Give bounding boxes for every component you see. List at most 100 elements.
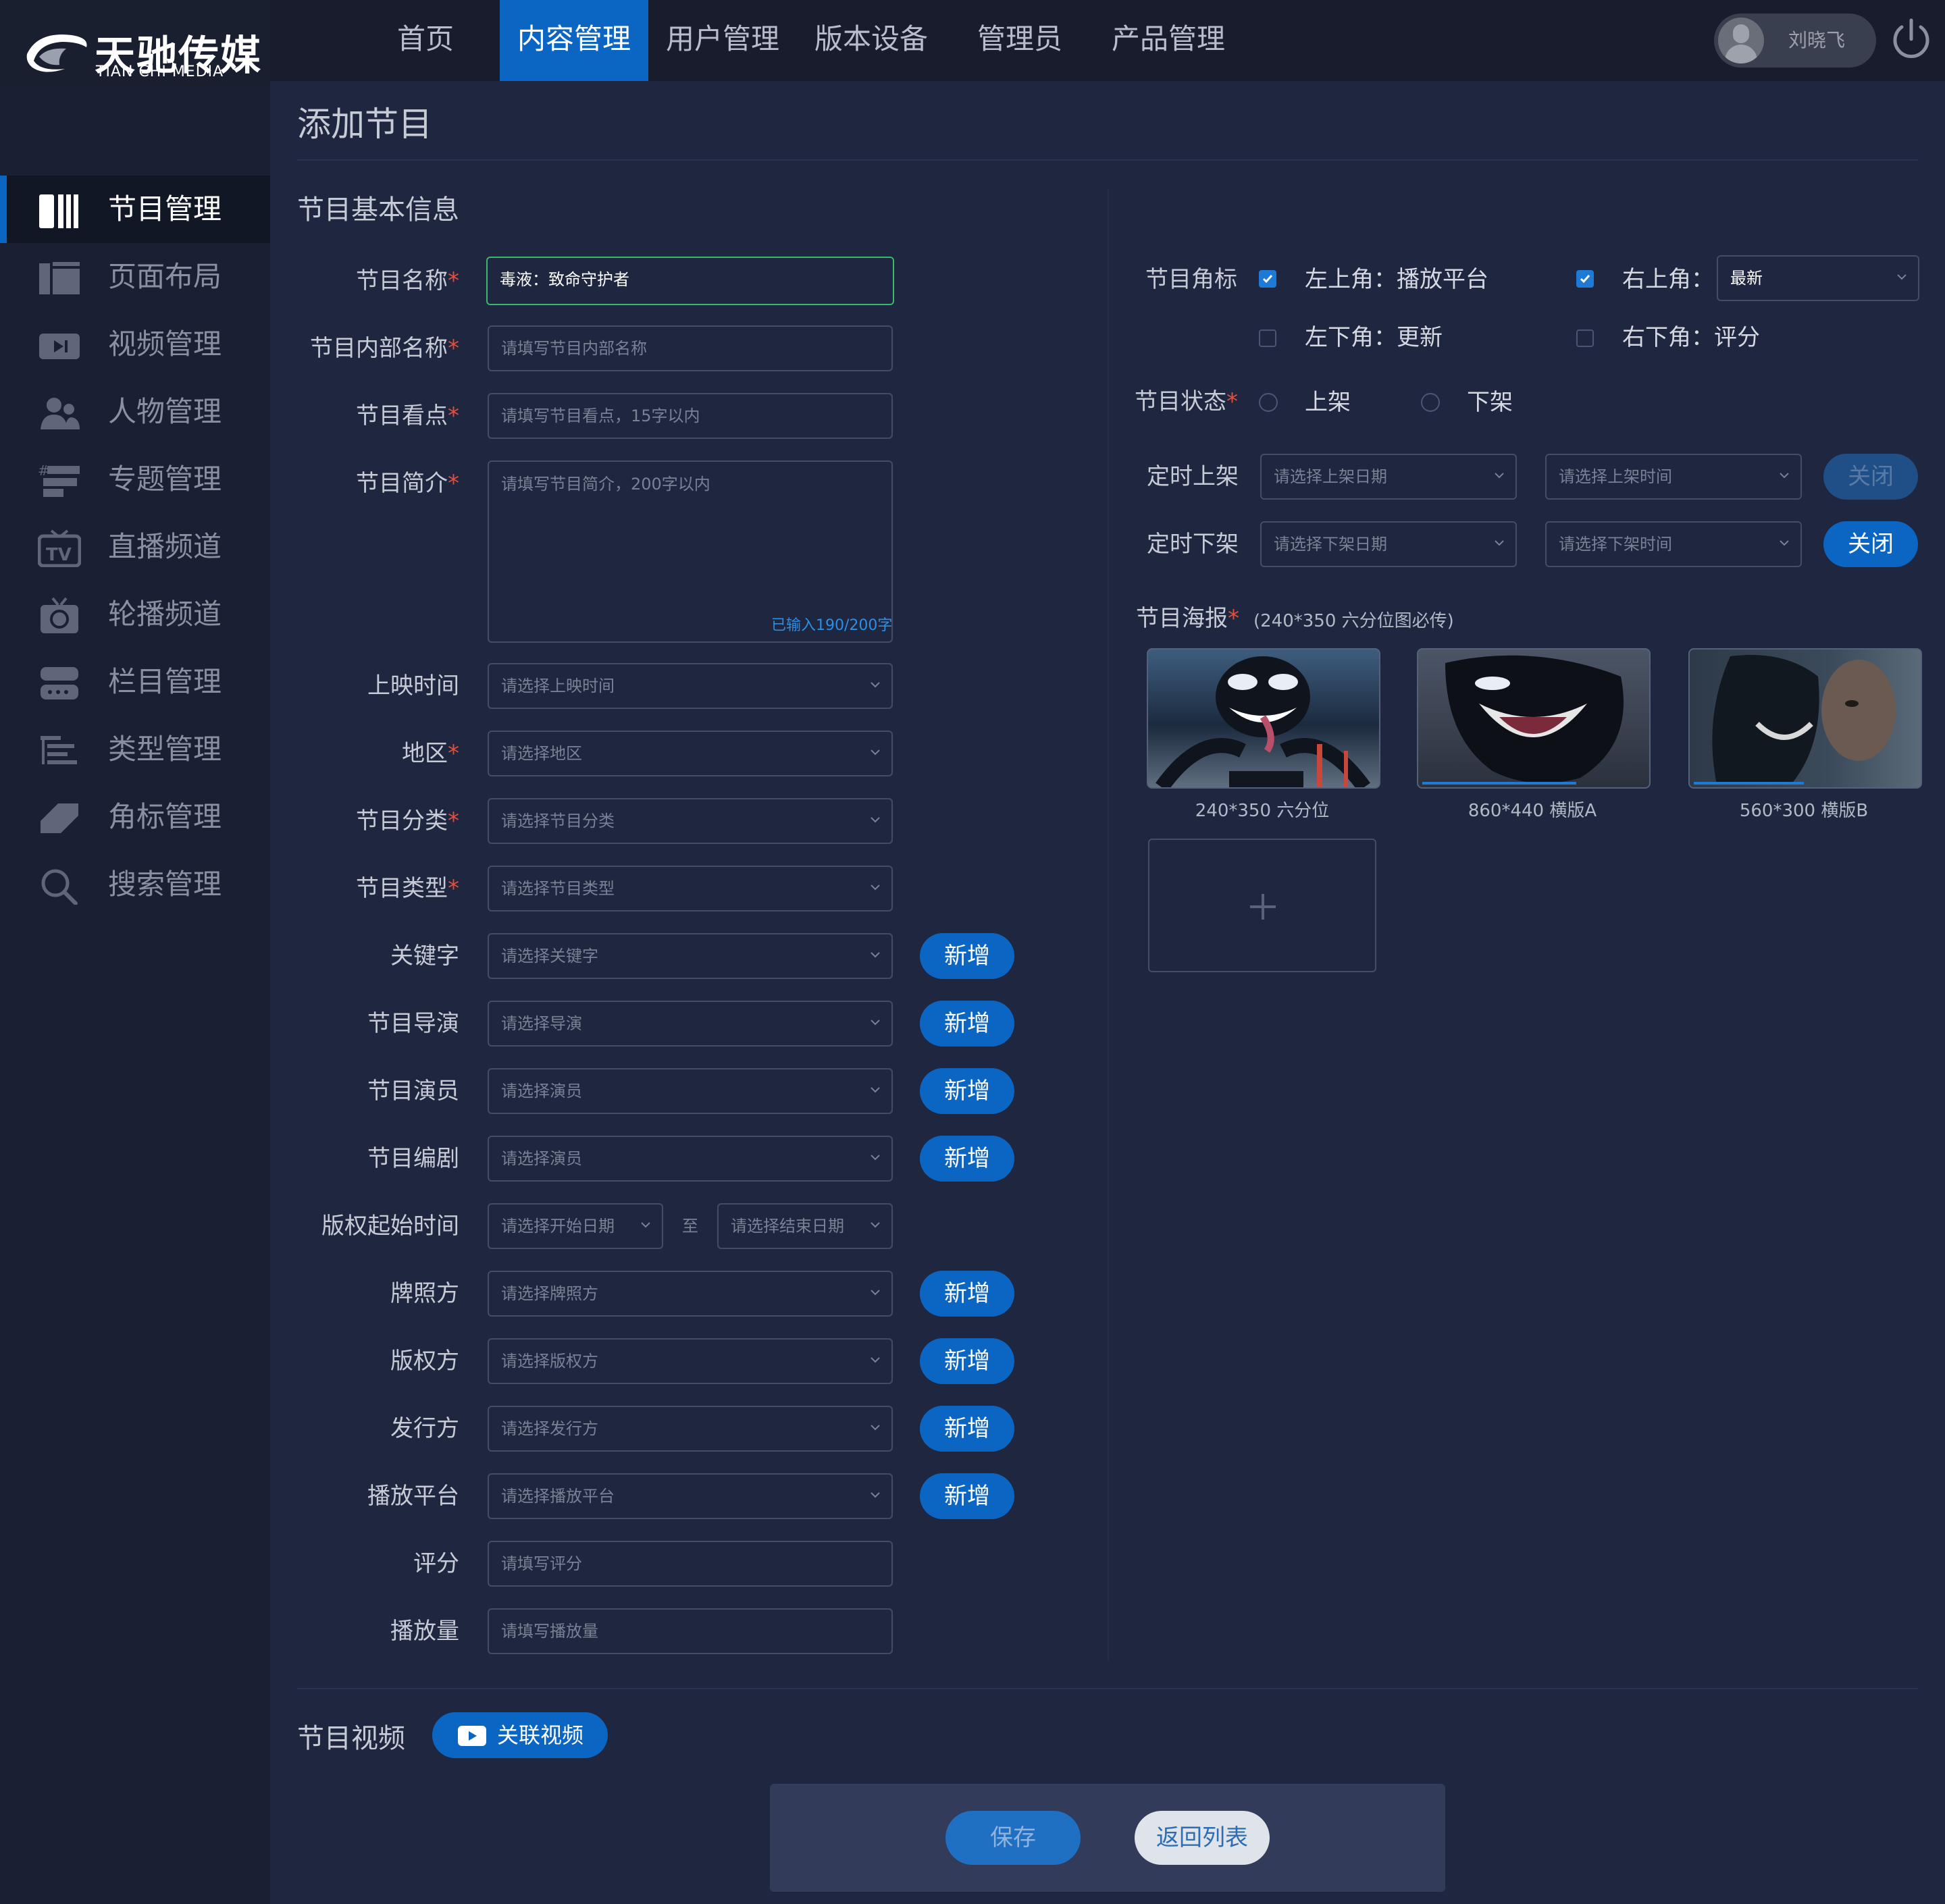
poster-thumbnail-3[interactable] xyxy=(1688,648,1922,789)
chevron-down-icon xyxy=(871,884,880,891)
chevron-down-icon xyxy=(871,1357,880,1363)
sidebar-item-people[interactable]: 人物管理 xyxy=(0,378,270,446)
corner-bottom-right-checkbox[interactable] xyxy=(1576,329,1594,347)
nav-content[interactable]: 内容管理 xyxy=(500,0,648,81)
intro-label: 节目简介* xyxy=(356,470,459,497)
add-platform-button[interactable]: 新增 xyxy=(920,1473,1014,1519)
add-actor-button[interactable]: 新增 xyxy=(920,1068,1014,1114)
sidebar-item-corner[interactable]: 角标管理 xyxy=(0,783,270,851)
chevron-down-icon xyxy=(871,817,880,823)
keyword-label: 关键字 xyxy=(390,943,459,970)
corner-bottom-left-checkbox[interactable] xyxy=(1259,329,1276,347)
nav-users[interactable]: 用户管理 xyxy=(648,0,797,81)
nav-admin[interactable]: 管理员 xyxy=(945,0,1094,81)
copyright-period-label: 版权起始时间 xyxy=(321,1213,459,1240)
release-placeholder: 请选择上映时间 xyxy=(501,677,615,695)
highlight-input[interactable]: 请填写节目看点，15字以内 xyxy=(488,393,893,439)
category-select[interactable]: 请选择节目分类 xyxy=(488,798,893,844)
status-on-radio[interactable] xyxy=(1259,393,1278,412)
writer-select[interactable]: 请选择演员 xyxy=(488,1136,893,1182)
release-select[interactable]: 请选择上映时间 xyxy=(488,663,893,709)
name-input[interactable]: 毒液：致命守护者 xyxy=(486,257,894,305)
sidebar-item-label: 专题管理 xyxy=(108,462,222,496)
status-off-radio[interactable] xyxy=(1421,393,1440,412)
status-on-label: 上架 xyxy=(1305,389,1351,416)
schedule-off-date-placeholder: 请选择下架日期 xyxy=(1274,535,1387,554)
director-select[interactable]: 请选择导演 xyxy=(488,1001,893,1047)
add-writer-button[interactable]: 新增 xyxy=(920,1136,1014,1182)
carousel-icon xyxy=(41,597,78,633)
schedule-on-close-button[interactable]: 关闭 xyxy=(1823,454,1918,500)
publisher-label: 发行方 xyxy=(390,1415,459,1442)
corner-top-right-select[interactable]: 最新 xyxy=(1717,255,1919,301)
score-input[interactable]: 请填写评分 xyxy=(488,1541,893,1587)
add-director-button[interactable]: 新增 xyxy=(920,1001,1014,1047)
internal-name-input[interactable]: 请填写节目内部名称 xyxy=(488,325,893,371)
schedule-on-time-select[interactable]: 请选择上架时间 xyxy=(1545,454,1802,500)
copyright-start-select[interactable]: 请选择开始日期 xyxy=(488,1203,663,1249)
sidebar-item-video[interactable]: 视频管理 xyxy=(0,311,270,378)
schedule-on-date-select[interactable]: 请选择上架日期 xyxy=(1260,454,1517,500)
sidebar-item-layout[interactable]: 页面布局 xyxy=(0,243,270,311)
svg-text:TV: TV xyxy=(46,545,72,565)
sidebar-item-carousel[interactable]: 轮播频道 xyxy=(0,581,270,648)
nav-home[interactable]: 首页 xyxy=(378,0,473,81)
sidebar-item-label: 角标管理 xyxy=(108,800,222,833)
chevron-down-icon xyxy=(871,1425,880,1431)
link-video-button[interactable]: 关联视频 xyxy=(432,1712,608,1758)
corner-top-right-checkbox[interactable] xyxy=(1576,270,1594,288)
region-select[interactable]: 请选择地区 xyxy=(488,731,893,776)
tv-icon: TV xyxy=(38,529,81,567)
writer-placeholder: 请选择演员 xyxy=(501,1149,582,1168)
user-menu[interactable]: 刘晓飞 xyxy=(1714,14,1876,68)
add-keyword-button[interactable]: 新增 xyxy=(920,933,1014,979)
action-bar: 保存 返回列表 xyxy=(770,1784,1445,1892)
power-icon[interactable] xyxy=(1888,16,1934,62)
license-placeholder: 请选择牌照方 xyxy=(501,1284,598,1303)
chevron-down-icon xyxy=(1780,473,1789,479)
save-button[interactable]: 保存 xyxy=(945,1811,1081,1865)
license-select[interactable]: 请选择牌照方 xyxy=(488,1271,893,1317)
chevron-down-icon xyxy=(1897,274,1907,280)
platform-select[interactable]: 请选择播放平台 xyxy=(488,1473,893,1519)
add-publisher-button[interactable]: 新增 xyxy=(920,1406,1014,1452)
publisher-select[interactable]: 请选择发行方 xyxy=(488,1406,893,1452)
poster-label: 节目海报* xyxy=(1136,605,1239,632)
sidebar-item-label: 轮播频道 xyxy=(108,598,222,631)
keyword-select[interactable]: 请选择关键字 xyxy=(488,933,893,979)
schedule-off-time-select[interactable]: 请选择下架时间 xyxy=(1545,521,1802,567)
sidebar-item-label: 搜索管理 xyxy=(108,868,222,901)
nav-products[interactable]: 产品管理 xyxy=(1094,0,1243,81)
back-to-list-button[interactable]: 返回列表 xyxy=(1135,1811,1270,1865)
poster-caption-3: 560*300 横版B xyxy=(1739,801,1869,821)
corner-label: 节目角标 xyxy=(1145,266,1237,293)
poster-upload-button[interactable] xyxy=(1148,839,1376,972)
sidebar-item-column[interactable]: 栏目管理 xyxy=(0,648,270,716)
copyright-end-select[interactable]: 请选择结束日期 xyxy=(717,1203,893,1249)
sidebar-item-search[interactable]: 搜索管理 xyxy=(0,851,270,918)
copyright-select[interactable]: 请选择版权方 xyxy=(488,1338,893,1384)
release-label: 上映时间 xyxy=(367,672,459,699)
plays-input[interactable]: 请填写播放量 xyxy=(488,1608,893,1654)
sidebar-item-program[interactable]: 节目管理 xyxy=(0,176,270,243)
type-select[interactable]: 请选择节目类型 xyxy=(488,866,893,911)
copyright-start-placeholder: 请选择开始日期 xyxy=(501,1217,615,1236)
schedule-off-date-select[interactable]: 请选择下架日期 xyxy=(1260,521,1517,567)
corner-top-left-checkbox[interactable] xyxy=(1259,270,1276,288)
nav-versions[interactable]: 版本设备 xyxy=(797,0,945,81)
region-label: 地区* xyxy=(402,740,459,767)
poster-thumbnail-2[interactable] xyxy=(1417,648,1651,789)
section-basic-title: 节目基本信息 xyxy=(297,194,459,226)
sidebar-item-topic[interactable]: # 专题管理 xyxy=(0,446,270,513)
add-license-button[interactable]: 新增 xyxy=(920,1271,1014,1317)
actor-select[interactable]: 请选择演员 xyxy=(488,1068,893,1114)
brand-logo[interactable]: 天驰传媒 TIAN CHI MEDIA xyxy=(0,0,270,88)
schedule-off-close-button[interactable]: 关闭 xyxy=(1823,521,1918,567)
platform-placeholder: 请选择播放平台 xyxy=(501,1487,615,1506)
sidebar-item-type[interactable]: 类型管理 xyxy=(0,716,270,783)
schedule-on-time-placeholder: 请选择上架时间 xyxy=(1559,467,1672,486)
corner-top-left-label: 左上角：播放平台 xyxy=(1305,266,1488,293)
add-copyright-button[interactable]: 新增 xyxy=(920,1338,1014,1384)
sidebar-item-live[interactable]: TV 直播频道 xyxy=(0,513,270,581)
poster-thumbnail-1[interactable] xyxy=(1147,648,1380,789)
